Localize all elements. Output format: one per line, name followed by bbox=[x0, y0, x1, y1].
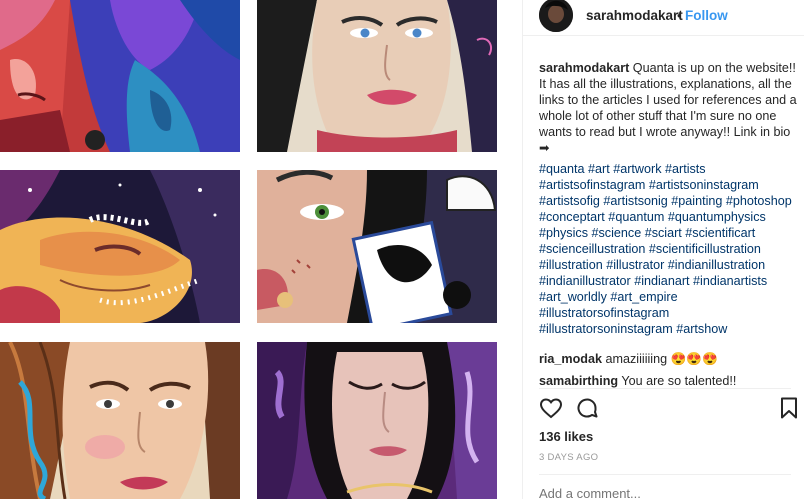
post-header: sarahmodakart • Follow bbox=[523, 0, 804, 36]
caption-text: Quanta is up on the website!! It has all… bbox=[539, 61, 797, 155]
comment-text: You are so talented!! bbox=[621, 374, 737, 388]
divider bbox=[539, 474, 791, 475]
comments-list: sarahmodakart Quanta is up on the websit… bbox=[539, 60, 801, 389]
add-comment-input[interactable] bbox=[539, 486, 801, 499]
post-timestamp: 3 DAYS AGO bbox=[539, 452, 599, 463]
likes-count[interactable]: 136 likes bbox=[539, 429, 593, 444]
artwork-tile-5 bbox=[0, 342, 240, 499]
comment-username[interactable]: samabirthing bbox=[539, 374, 618, 388]
heart-icon[interactable] bbox=[539, 396, 563, 420]
divider bbox=[539, 388, 791, 389]
artwork-tile-2 bbox=[257, 0, 497, 152]
follow-button[interactable]: Follow bbox=[685, 8, 728, 23]
artwork-tile-3 bbox=[0, 170, 240, 323]
artwork-tile-4 bbox=[257, 170, 497, 323]
post-panel: sarahmodakart • Follow sarahmodakart Qua… bbox=[522, 0, 804, 499]
author-username[interactable]: sarahmodakart bbox=[586, 8, 683, 23]
comment-icon[interactable] bbox=[575, 396, 599, 420]
caption-hashtags[interactable]: #quanta #art #artwork #artists #artistso… bbox=[539, 161, 801, 337]
comment-text: amaziiiiiing 😍😍😍 bbox=[605, 352, 718, 366]
artwork-tile-1 bbox=[0, 0, 240, 152]
caption: sarahmodakart Quanta is up on the websit… bbox=[539, 60, 801, 337]
comment-item: samabirthing You are so talented!! bbox=[539, 373, 801, 389]
avatar-image bbox=[539, 0, 573, 32]
avatar[interactable] bbox=[539, 0, 573, 32]
caption-username[interactable]: sarahmodakart bbox=[539, 61, 629, 75]
comment-item: ria_modak amaziiiiiing 😍😍😍 bbox=[539, 351, 801, 367]
artwork-tile-6 bbox=[257, 342, 497, 499]
post-image[interactable] bbox=[0, 0, 522, 499]
separator-dot: • bbox=[677, 8, 682, 23]
action-bar bbox=[539, 396, 801, 422]
bookmark-icon[interactable] bbox=[777, 396, 801, 420]
comment-username[interactable]: ria_modak bbox=[539, 352, 602, 366]
